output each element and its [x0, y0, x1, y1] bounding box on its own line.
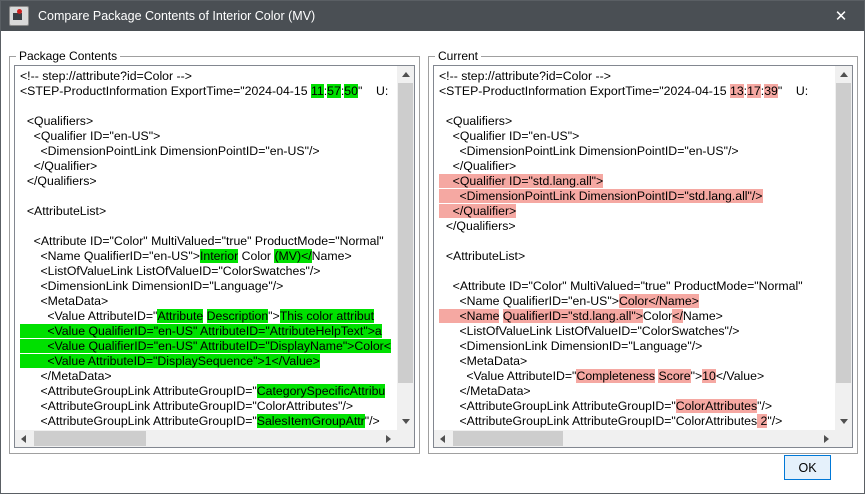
current-code: <!-- step://attribute?id=Color --><STEP-… [434, 66, 835, 430]
code-line: <Attribute ID="Color" MultiValued="true"… [439, 279, 835, 294]
code-line [20, 189, 397, 204]
current-groupbox: Current <!-- step://attribute?id=Color -… [428, 56, 858, 454]
code-line: <Name QualifierID="en-US">Interior Color… [20, 249, 397, 264]
dialog-body: Package Contents <!-- step://attribute?i… [1, 31, 865, 494]
ok-button[interactable]: OK [784, 455, 831, 480]
code-line: <Value AttributeID="Completeness Score">… [439, 369, 835, 384]
scroll-down-icon[interactable] [835, 413, 852, 430]
current-scrollarea[interactable]: <!-- step://attribute?id=Color --><STEP-… [433, 65, 853, 448]
scroll-left-icon[interactable] [434, 430, 451, 447]
code-line: <AttributeList> [439, 249, 835, 264]
code-line: <Value QualifierID="en-US" AttributeID="… [20, 339, 397, 354]
code-line: <Attribute ID="Color" MultiValued="true"… [20, 234, 397, 249]
code-line: <AttributeGroupLink AttributeGroupID="Ca… [20, 384, 397, 399]
right-vscroll-thumb[interactable] [836, 83, 851, 383]
code-line: <AttributeGroupLink AttributeGroupID="Co… [20, 399, 397, 414]
code-line: </Qualifier> [20, 159, 397, 174]
code-line: <DimensionPointLink DimensionPointID="st… [439, 189, 835, 204]
left-hscroll-thumb[interactable] [34, 431, 146, 446]
window-title: Compare Package Contents of Interior Col… [38, 9, 315, 23]
code-line: <!-- step://attribute?id=Color --> [439, 69, 835, 84]
right-arrow-icon [386, 435, 391, 443]
code-line: <Qualifiers> [439, 114, 835, 129]
left-vscroll-thumb[interactable] [398, 83, 413, 383]
up-arrow-icon [840, 72, 848, 77]
code-line: </Qualifiers> [439, 219, 835, 234]
down-arrow-icon [840, 419, 848, 424]
code-line: </Qualifiers> [20, 174, 397, 189]
code-line: <AttributeList> [20, 204, 397, 219]
package-contents-scrollarea[interactable]: <!-- step://attribute?id=Color --><STEP-… [14, 65, 415, 448]
code-line: <DimensionLink DimensionID="Language"/> [20, 279, 397, 294]
code-line: <AttributeGroupLink AttributeGroupID="Co… [439, 414, 835, 429]
code-line: <ListOfValueLink ListOfValueID="ColorSwa… [439, 324, 835, 339]
code-line: <Name QualifierID="en-US">Color</Name> [439, 294, 835, 309]
down-arrow-icon [402, 419, 410, 424]
code-line [439, 234, 835, 249]
scroll-up-icon[interactable] [835, 66, 852, 83]
code-line [439, 264, 835, 279]
right-vertical-scrollbar[interactable] [835, 66, 852, 430]
code-line: <MetaData> [20, 294, 397, 309]
code-line: <!-- step://attribute?id=Color --> [20, 69, 397, 84]
code-line: </Qualifier> [439, 159, 835, 174]
close-icon[interactable]: ✕ [818, 1, 864, 31]
right-horizontal-scrollbar[interactable] [434, 430, 835, 447]
code-line: <DimensionPointLink DimensionPointID="en… [439, 144, 835, 159]
code-line: <ListOfValueLink ListOfValueID="ColorSwa… [20, 264, 397, 279]
scroll-up-icon[interactable] [397, 66, 414, 83]
code-line: <Qualifier ID="std.lang.all"> [439, 174, 835, 189]
up-arrow-icon [402, 72, 410, 77]
current-legend: Current [435, 49, 481, 63]
code-line: <Value QualifierID="en-US" AttributeID="… [20, 324, 397, 339]
code-line: <AttributeGroupLink AttributeGroupID="Co… [439, 399, 835, 414]
package-contents-legend: Package Contents [16, 49, 120, 63]
right-arrow-icon [824, 435, 829, 443]
code-line: <STEP-ProductInformation ExportTime="202… [20, 84, 397, 99]
code-line: </MetaData> [20, 369, 397, 384]
code-line: <DimensionPointLink DimensionPointID="en… [20, 144, 397, 159]
left-horizontal-scrollbar[interactable] [15, 430, 397, 447]
code-line: <Qualifiers> [20, 114, 397, 129]
scroll-right-icon[interactable] [380, 430, 397, 447]
left-vertical-scrollbar[interactable] [397, 66, 414, 430]
right-hscroll-thumb[interactable] [453, 431, 563, 446]
code-line: <MetaData> [439, 354, 835, 369]
code-line: </Qualifier> [439, 204, 835, 219]
scrollbar-corner [397, 430, 414, 447]
code-line: <AttributeGroupLink AttributeGroupID="Sa… [20, 414, 397, 429]
code-line: <Qualifier ID="en-US"> [439, 129, 835, 144]
code-line [439, 99, 835, 114]
title-bar: Compare Package Contents of Interior Col… [1, 1, 864, 31]
code-line: <DimensionLink DimensionID="Language"/> [439, 339, 835, 354]
code-line: <STEP-ProductInformation ExportTime="202… [439, 84, 835, 99]
code-line: </MetaData> [439, 384, 835, 399]
code-line: <Value AttributeID="DisplaySequence">1</… [20, 354, 397, 369]
code-line [20, 219, 397, 234]
scrollbar-corner [835, 430, 852, 447]
left-arrow-icon [440, 435, 445, 443]
package-contents-groupbox: Package Contents <!-- step://attribute?i… [9, 56, 420, 454]
app-icon [9, 6, 29, 26]
scroll-right-icon[interactable] [818, 430, 835, 447]
compare-dialog: Compare Package Contents of Interior Col… [0, 0, 865, 494]
code-line: <Qualifier ID="en-US"> [20, 129, 397, 144]
scroll-down-icon[interactable] [397, 413, 414, 430]
scroll-left-icon[interactable] [15, 430, 32, 447]
code-line: <Value AttributeID="Attribute Descriptio… [20, 309, 397, 324]
left-arrow-icon [21, 435, 26, 443]
code-line: <Name QualifierID="std.lang.all">Color</… [439, 309, 835, 324]
package-contents-code: <!-- step://attribute?id=Color --><STEP-… [15, 66, 397, 430]
code-line [20, 99, 397, 114]
